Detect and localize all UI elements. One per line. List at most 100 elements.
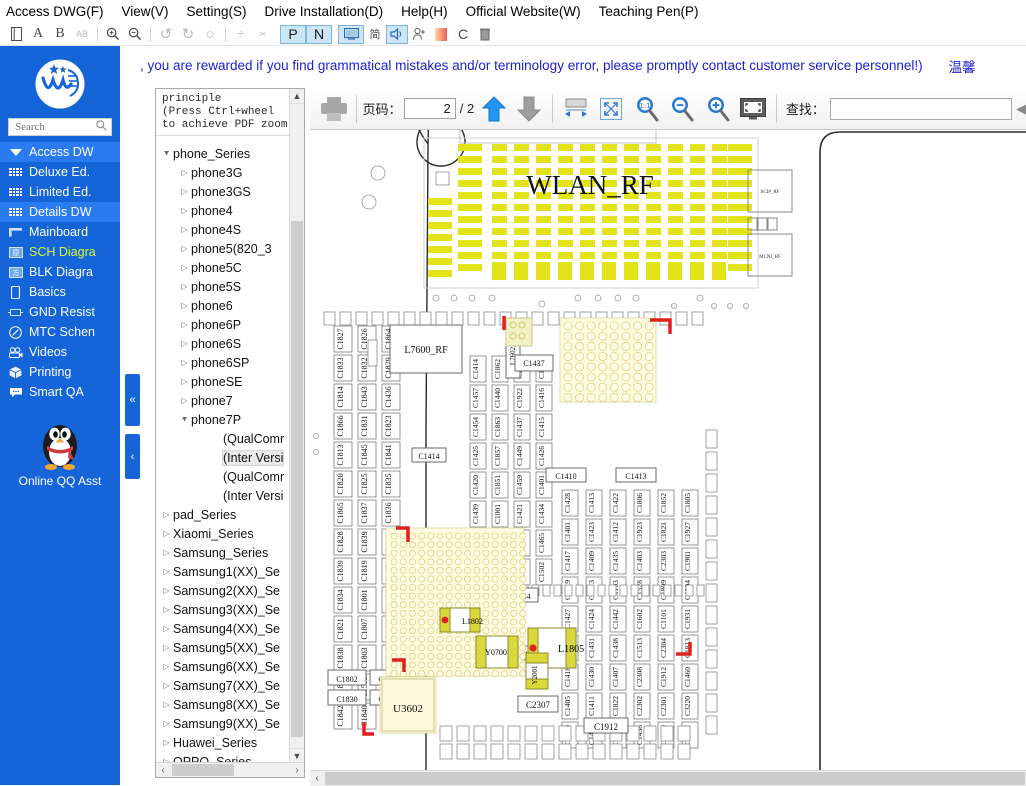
tree-collapsed-arrow-icon[interactable]: ▷ xyxy=(178,187,191,196)
tree-collapsed-arrow-icon[interactable]: ▷ xyxy=(178,168,191,177)
tree-item[interactable]: (Inter Versi xyxy=(156,448,290,467)
actual-size-icon[interactable]: 1:1 xyxy=(629,92,664,126)
tree-item[interactable]: ▷Samsung6(XX)_Se xyxy=(156,657,290,676)
tree-item[interactable]: ▷Samsung4(XX)_Se xyxy=(156,619,290,638)
scroll-right-arrow[interactable]: › xyxy=(290,765,304,776)
sidebar-item-blk-diagram[interactable]: 方 BLK Diagra xyxy=(0,262,120,282)
scroll-left-arrow[interactable]: ‹ xyxy=(156,765,170,776)
tree-collapsed-arrow-icon[interactable]: ▷ xyxy=(178,320,191,329)
printer-icon[interactable] xyxy=(316,92,351,126)
rotate-left-icon[interactable]: ↺ xyxy=(155,25,177,44)
tree-item[interactable]: ▷phone6 xyxy=(156,296,290,315)
scroll-thumb-h[interactable] xyxy=(325,772,1025,785)
screen-icon[interactable] xyxy=(338,25,364,44)
scroll-thumb[interactable] xyxy=(291,221,303,737)
pdf-horizontal-scrollbar[interactable]: ‹ xyxy=(310,770,1026,786)
menu-help[interactable]: Help(H) xyxy=(392,4,457,19)
tree-item[interactable]: (QualComr xyxy=(156,429,290,448)
scroll-left-arrow[interactable]: ‹ xyxy=(310,773,324,784)
tree-item[interactable]: ▷Samsung8(XX)_Se xyxy=(156,695,290,714)
sidebar-item-videos[interactable]: Videos xyxy=(0,342,120,362)
search-input[interactable] xyxy=(13,120,96,134)
tree-item[interactable]: ▷phone3G xyxy=(156,163,290,182)
tree-collapsed-arrow-icon[interactable]: ▷ xyxy=(160,529,173,538)
n-mode-button[interactable]: N xyxy=(306,25,332,44)
tree-collapsed-arrow-icon[interactable]: ▷ xyxy=(160,624,173,633)
tree-item[interactable]: ▲phone_Series xyxy=(156,144,290,163)
tree-item[interactable]: ▷phone5C xyxy=(156,258,290,277)
tree-item[interactable]: ▷Samsung1(XX)_Se xyxy=(156,562,290,581)
sidebar-item-deluxe-ed[interactable]: Deluxe Ed. xyxy=(0,162,120,182)
tree-item[interactable]: ▷Samsung_Series xyxy=(156,543,290,562)
align-icon[interactable]: ÷ xyxy=(230,25,252,44)
cut-icon[interactable]: ✂ xyxy=(252,25,274,44)
tree-item[interactable]: ▷Samsung7(XX)_Se xyxy=(156,676,290,695)
sidebar-item-smart-qa[interactable]: Smart QA xyxy=(0,382,120,402)
tree-collapsed-arrow-icon[interactable]: ▷ xyxy=(160,719,173,728)
chevron-left-icon[interactable]: ◀ xyxy=(1016,101,1026,117)
font-b-icon[interactable]: B xyxy=(49,25,71,44)
zoom-in-icon[interactable] xyxy=(102,25,124,44)
tree-collapsed-arrow-icon[interactable]: ▷ xyxy=(178,339,191,348)
tree-item[interactable]: (Inter Versi xyxy=(156,486,290,505)
tree-collapsed-arrow-icon[interactable]: ▷ xyxy=(160,643,173,652)
tree-collapsed-arrow-icon[interactable]: ▷ xyxy=(160,548,173,557)
tree-collapsed-arrow-icon[interactable]: ▷ xyxy=(178,244,191,253)
pdf-viewer-canvas[interactable]: WLAN_RF SCI#_RF MCNI_RF C1827C1833C1814C… xyxy=(310,130,1026,770)
fit-width-icon[interactable] xyxy=(558,92,593,126)
tree-collapsed-arrow-icon[interactable]: ▷ xyxy=(160,700,173,709)
sidebar-item-gnd-resist[interactable]: GND Resist xyxy=(0,302,120,322)
tree-expanded-arrow-icon[interactable]: ▲ xyxy=(178,415,191,424)
refresh-icon[interactable]: C xyxy=(452,25,474,44)
tree-item[interactable]: ▷pad_Series xyxy=(156,505,290,524)
tree-item[interactable]: ▷phone6S xyxy=(156,334,290,353)
page-number-input[interactable]: 2 xyxy=(404,98,455,119)
tree-collapsed-arrow-icon[interactable]: ▷ xyxy=(160,605,173,614)
tree-item[interactable]: ▷Samsung9(XX)_Se xyxy=(156,714,290,733)
tree-item[interactable]: ▷phone7 xyxy=(156,391,290,410)
sidebar-item-basics[interactable]: Basics xyxy=(0,282,120,302)
sidebar-item-limited-ed[interactable]: Limited Ed. xyxy=(0,182,120,202)
sidebar-search[interactable] xyxy=(8,118,112,136)
page-icon[interactable] xyxy=(5,25,27,44)
sidebar-item-mtc-schem[interactable]: MTC Schen xyxy=(0,322,120,342)
user-add-icon[interactable] xyxy=(408,25,430,44)
font-a-icon[interactable]: A xyxy=(27,25,49,44)
sidebar-item-sch-diagram[interactable]: 原 SCH Diagra xyxy=(0,242,120,262)
tree-collapsed-arrow-icon[interactable]: ▷ xyxy=(178,377,191,386)
tree-item[interactable]: ▷phone6SP xyxy=(156,353,290,372)
tree-collapsed-arrow-icon[interactable]: ▷ xyxy=(178,206,191,215)
zoom-out-icon[interactable] xyxy=(664,92,699,126)
tree-item[interactable]: (QualComr xyxy=(156,467,290,486)
sidebar-item-printing[interactable]: Printing xyxy=(0,362,120,382)
sound-icon[interactable] xyxy=(386,25,408,44)
simplified-chinese-icon[interactable]: 简 xyxy=(364,25,386,44)
zoom-in-icon[interactable] xyxy=(700,92,735,126)
tree-collapsed-arrow-icon[interactable]: ▷ xyxy=(160,738,173,747)
find-input[interactable] xyxy=(831,99,1011,119)
menu-official-website[interactable]: Official Website(W) xyxy=(457,4,590,19)
menu-drive-installation[interactable]: Drive Installation(D) xyxy=(256,4,393,19)
tree-body[interactable]: ▲phone_Series▷phone3G▷phone3GS▷phone4▷ph… xyxy=(156,144,290,763)
tree-collapsed-arrow-icon[interactable]: ▷ xyxy=(160,662,173,671)
tree-item[interactable]: ▲phone7P xyxy=(156,410,290,429)
sidebar-item-mainboard[interactable]: Mainboard xyxy=(0,222,120,242)
fullscreen-icon[interactable] xyxy=(735,92,770,126)
menu-view[interactable]: View(V) xyxy=(113,4,178,19)
tree-item[interactable]: ▷phone5S xyxy=(156,277,290,296)
tree-collapsed-arrow-icon[interactable]: ▷ xyxy=(178,301,191,310)
tree-item[interactable]: ▷Samsung3(XX)_Se xyxy=(156,600,290,619)
tree-item[interactable]: ▷phone5(820_3 xyxy=(156,239,290,258)
tree-item[interactable]: ▷phoneSE xyxy=(156,372,290,391)
tree-expanded-arrow-icon[interactable]: ▲ xyxy=(160,149,173,158)
tree-collapsed-arrow-icon[interactable]: ▷ xyxy=(160,681,173,690)
sidebar-item-details-dw[interactable]: Details DW xyxy=(0,202,120,222)
trash-icon[interactable] xyxy=(474,25,496,44)
circle-icon[interactable]: ○ xyxy=(199,25,221,44)
find-input-wrap[interactable] xyxy=(830,98,1012,120)
menu-setting[interactable]: Setting(S) xyxy=(178,4,256,19)
arrow-up-icon[interactable] xyxy=(476,92,511,126)
tree-item[interactable]: ▷phone6P xyxy=(156,315,290,334)
tree-item[interactable]: ▷Xiaomi_Series xyxy=(156,524,290,543)
tree-item[interactable]: ▷Samsung5(XX)_Se xyxy=(156,638,290,657)
